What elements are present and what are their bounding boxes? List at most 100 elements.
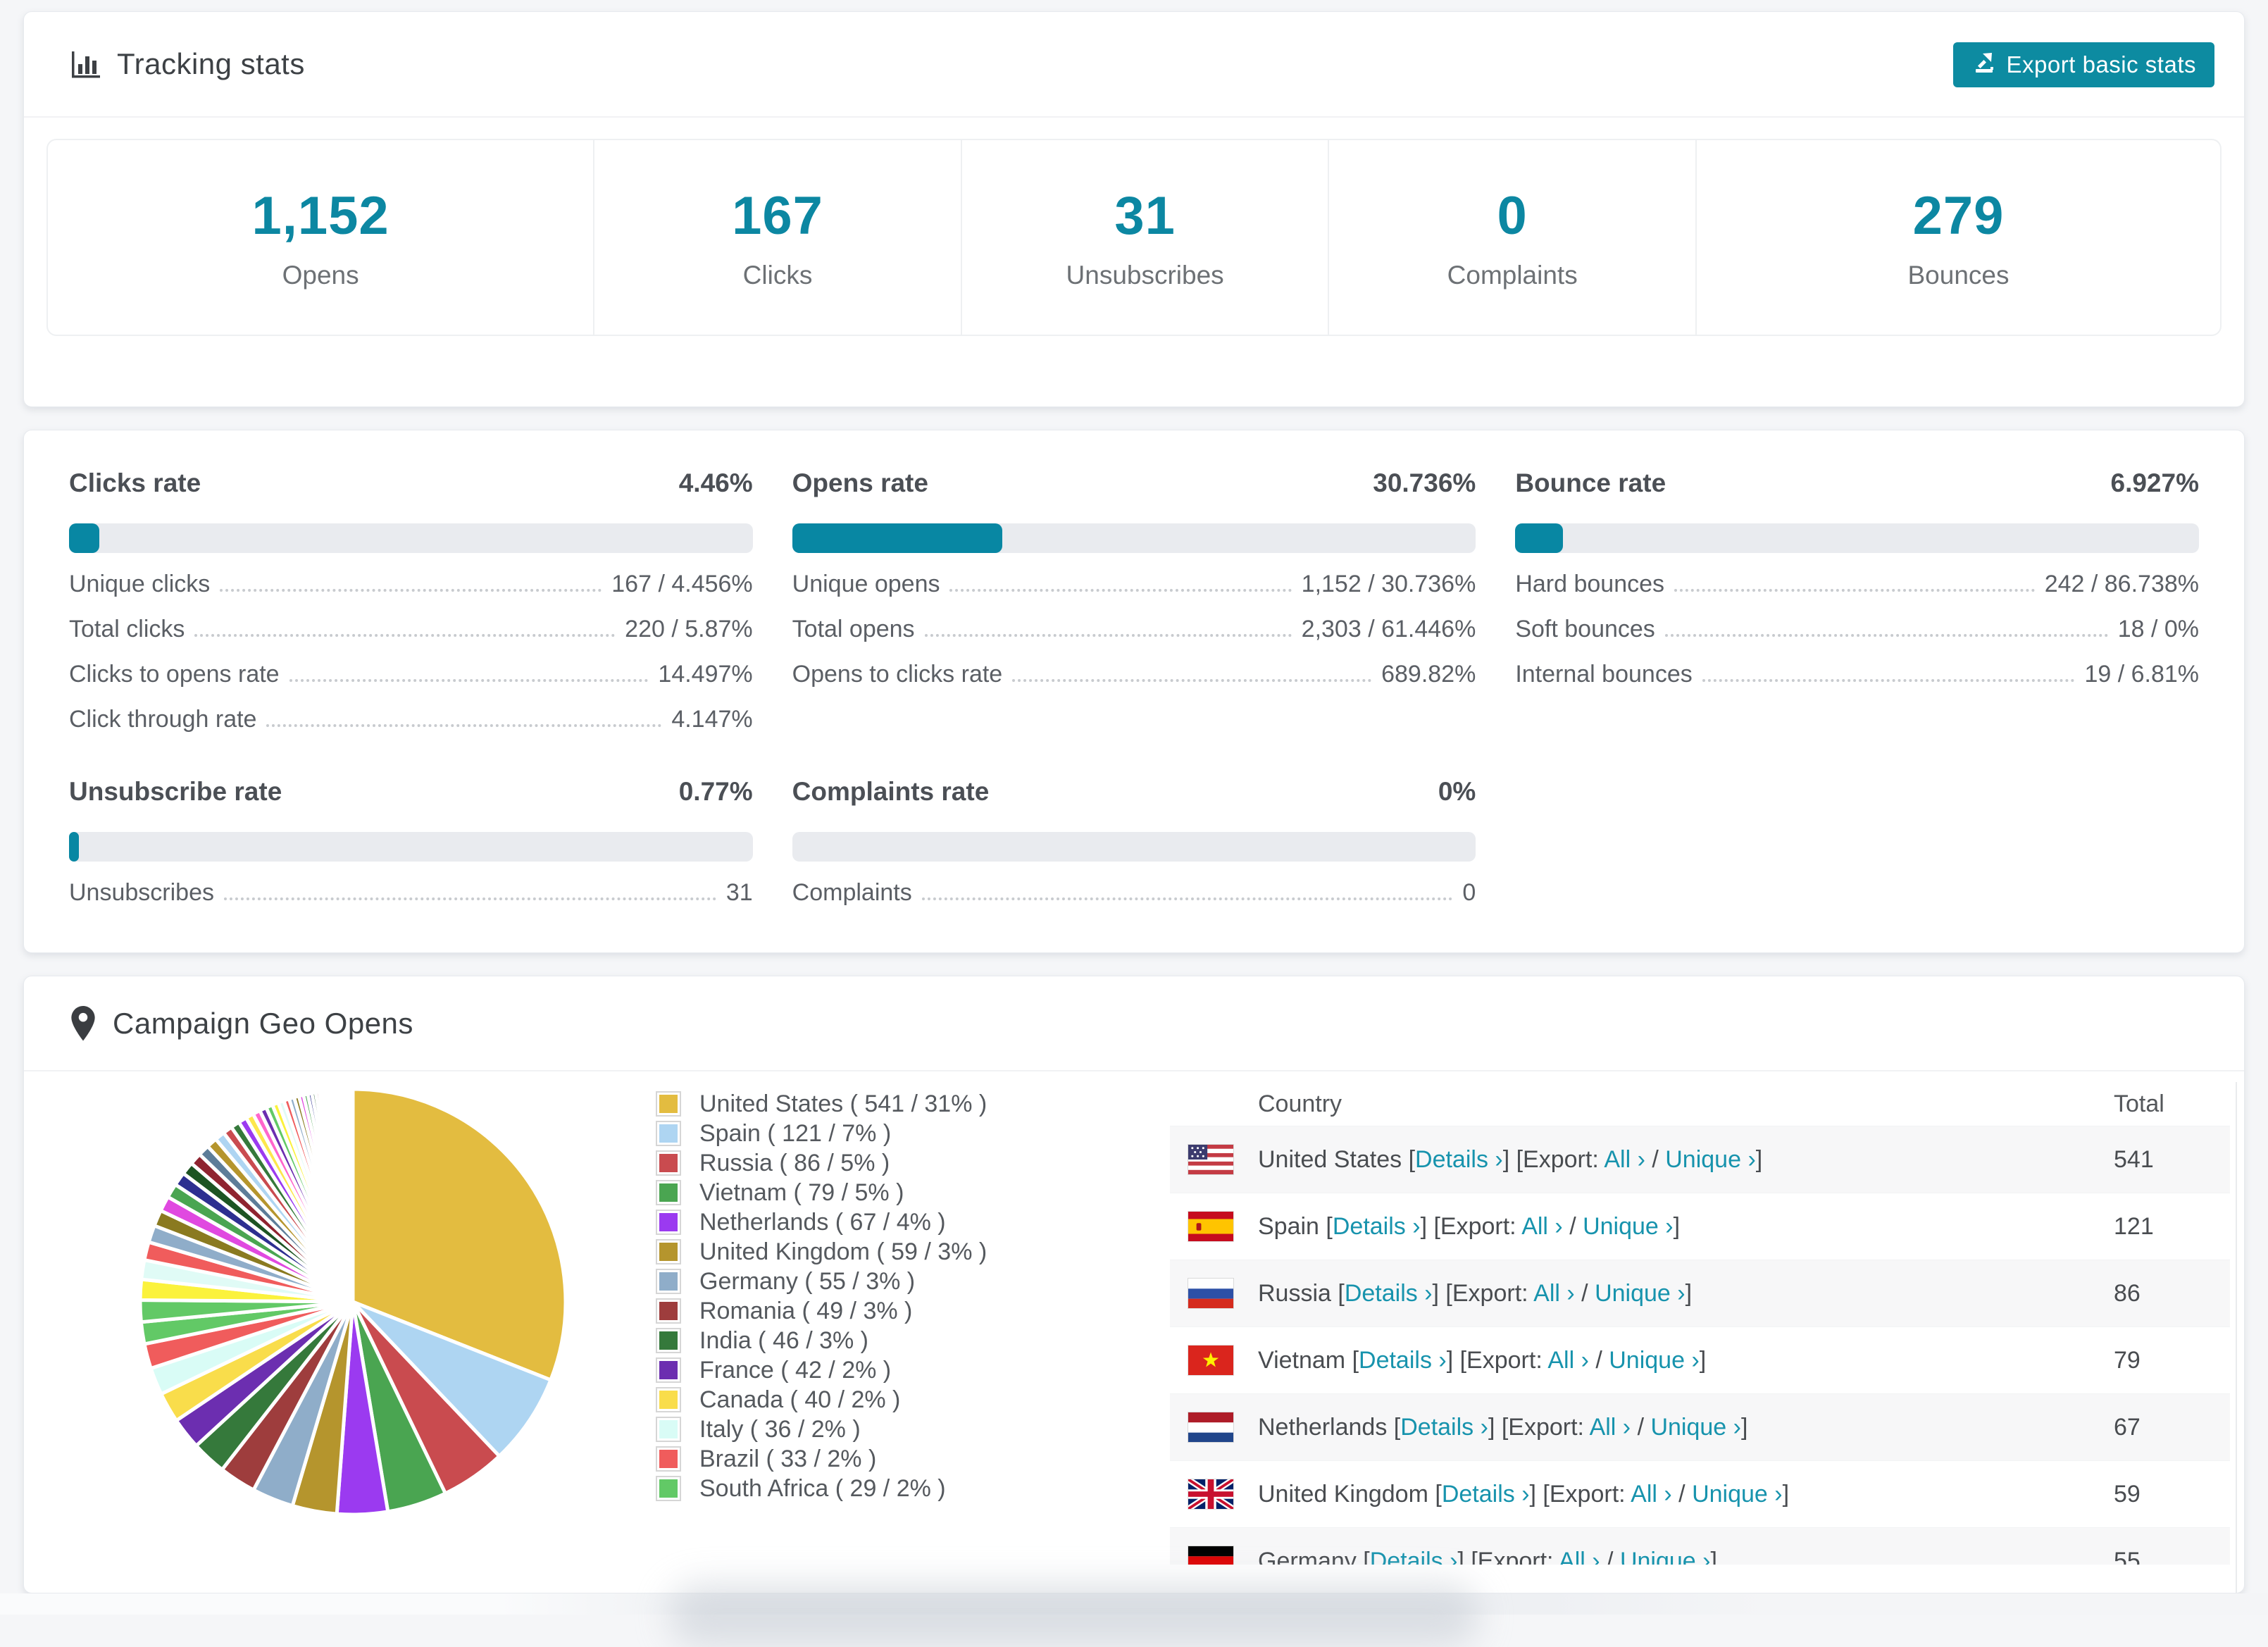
legend-label: India ( 46 / 3% )	[699, 1326, 869, 1354]
legend-swatch-color	[659, 1331, 678, 1350]
ru-flag-icon	[1188, 1278, 1258, 1309]
rate-row-value: 18 / 0%	[2117, 616, 2199, 642]
stat-value: 1,152	[251, 185, 390, 246]
rate-row: Total clicks 220 / 5.87%	[69, 598, 753, 643]
flag-cell	[1188, 1278, 1258, 1309]
stats-summary: 1,152 Opens 167 Clicks 31 Unsubscribes 0 Compla…	[46, 139, 2222, 336]
legend-label: South Africa ( 29 / 2% )	[699, 1474, 946, 1502]
bracket: [	[1363, 1547, 1370, 1565]
details-link[interactable]: Details ›	[1370, 1548, 1458, 1565]
geo-legend: United States ( 541 / 31% ) Spain ( 121 /…	[656, 1089, 987, 1503]
rate-row-label: Hard bounces	[1515, 571, 1665, 597]
country-cell: Netherlands [Details ›] [Export: All › /…	[1258, 1414, 2114, 1441]
export-unique-link[interactable]: Unique ›	[1620, 1548, 1711, 1565]
export-all-link[interactable]: All ›	[1533, 1280, 1575, 1307]
flag-cell	[1188, 1412, 1258, 1443]
rate-title: Unsubscribe rate	[69, 777, 282, 806]
export-all-link[interactable]: All ›	[1631, 1481, 1672, 1508]
stat-label: Bounces	[1907, 260, 2010, 290]
bracket: ]	[1699, 1346, 1707, 1374]
rate-row: Complaints 0	[792, 862, 1476, 907]
export-unique-link[interactable]: Unique ›	[1609, 1347, 1700, 1374]
rate-row: Soft bounces 18 / 0%	[1515, 598, 2199, 643]
legend-label: Vietnam ( 79 / 5% )	[699, 1179, 904, 1206]
details-link[interactable]: Details ›	[1415, 1146, 1503, 1173]
export-all-link[interactable]: All ›	[1604, 1146, 1645, 1173]
rate-row-value: 4.147%	[671, 706, 753, 733]
legend-swatch-color	[659, 1302, 678, 1320]
rate-section-unsubscribe-rate: Unsubscribe rate 0.77% Unsubscribes 31	[69, 777, 753, 907]
flag-cell	[1188, 1479, 1258, 1510]
legend-swatch-color	[659, 1095, 678, 1113]
rate-row: Hard bounces 242 / 86.738%	[1515, 553, 2199, 598]
rate-row: Internal bounces 19 / 6.81%	[1515, 643, 2199, 688]
export-unique-link[interactable]: Unique ›	[1665, 1146, 1756, 1173]
stat-clicks: 167 Clicks	[593, 140, 961, 335]
rate-row: Unique opens 1,152 / 30.736%	[792, 553, 1476, 598]
legend-swatch	[656, 1298, 681, 1324]
dotted-leader	[1012, 679, 1372, 682]
geo-table-header: Country Total	[1170, 1082, 2230, 1126]
rate-row-label: Total clicks	[69, 616, 185, 642]
rate-rows: Unsubscribes 31	[69, 862, 753, 907]
legend-label: Spain ( 121 / 7% )	[699, 1119, 892, 1147]
export-unique-link[interactable]: Unique ›	[1595, 1280, 1686, 1307]
legend-swatch	[656, 1210, 681, 1235]
dotted-leader	[266, 724, 662, 727]
export-all-link[interactable]: All ›	[1590, 1414, 1631, 1441]
rate-row: Unsubscribes 31	[69, 862, 753, 907]
total-cell: 55	[2114, 1547, 2141, 1565]
bracket: ]	[1755, 1145, 1763, 1173]
dotted-leader	[921, 897, 1453, 900]
legend-item-netherlands: Netherlands ( 67 / 4% )	[656, 1207, 987, 1237]
bracket: [	[1338, 1279, 1345, 1307]
legend-item-united-kingdom: United Kingdom ( 59 / 3% )	[656, 1237, 987, 1267]
export-basic-stats-button[interactable]: Export basic stats	[1952, 42, 2214, 87]
rates-card: Clicks rate 4.46% Unique clicks 167 / 4.456…	[23, 430, 2245, 953]
legend-swatch	[656, 1121, 681, 1146]
rate-section-clicks-rate: Clicks rate 4.46% Unique clicks 167 / 4.456…	[69, 468, 753, 733]
legend-item-india: India ( 46 / 3% )	[656, 1326, 987, 1355]
export-unique-link[interactable]: Unique ›	[1650, 1414, 1741, 1441]
export-all-link[interactable]: All ›	[1547, 1347, 1589, 1374]
export-all-link[interactable]: All ›	[1521, 1213, 1563, 1240]
export-unique-link[interactable]: Unique ›	[1692, 1481, 1783, 1508]
legend-label: Brazil ( 33 / 2% )	[699, 1445, 877, 1472]
details-link[interactable]: Details ›	[1442, 1481, 1530, 1508]
country-cell: Germany [Details ›] [Export: All › / Uni…	[1258, 1548, 2114, 1565]
map-pin-icon	[69, 1005, 97, 1042]
bracket: ] [Export:	[1420, 1212, 1522, 1240]
pie-slice-other-45	[349, 1087, 355, 1304]
tracking-stats-card: Tracking stats Export basic stats 1,152 O…	[23, 11, 2245, 407]
rate-progress-fill	[69, 523, 100, 553]
rate-row: Total opens 2,303 / 61.446%	[792, 598, 1476, 643]
legend-label: Italy ( 36 / 2% )	[699, 1415, 861, 1443]
export-all-link[interactable]: All ›	[1559, 1548, 1600, 1565]
es-flag-icon	[1188, 1211, 1258, 1242]
rate-row-label: Internal bounces	[1515, 661, 1693, 688]
rate-rows: Complaints 0	[792, 862, 1476, 907]
rate-progress-bar	[69, 832, 753, 862]
slash: /	[1671, 1480, 1693, 1508]
details-link[interactable]: Details ›	[1333, 1213, 1421, 1240]
total-cell: 541	[2114, 1145, 2154, 1173]
stat-unsubscribes: 31 Unsubscribes	[960, 140, 1328, 335]
details-link[interactable]: Details ›	[1400, 1414, 1488, 1441]
rate-row: Click through rate 4.147%	[69, 688, 753, 733]
legend-swatch-color	[659, 1213, 678, 1231]
bracket: [	[1408, 1145, 1416, 1173]
details-link[interactable]: Details ›	[1359, 1347, 1447, 1374]
legend-item-canada: Canada ( 40 / 2% )	[656, 1385, 987, 1415]
column-header-total: Total	[2114, 1090, 2164, 1117]
stat-bounces: 279 Bounces	[1695, 140, 2220, 335]
details-link[interactable]: Details ›	[1345, 1280, 1433, 1307]
export-unique-link[interactable]: Unique ›	[1583, 1213, 1674, 1240]
dotted-leader	[194, 634, 616, 637]
table-scrollbar[interactable]	[2236, 1082, 2237, 1593]
tracking-stats-title: Tracking stats	[117, 47, 305, 80]
geo-content: United States ( 541 / 31% ) Spain ( 121 /…	[24, 1071, 2244, 1593]
rate-progress-bar	[792, 523, 1476, 553]
rate-value: 6.927%	[2110, 468, 2200, 497]
rate-title: Clicks rate	[69, 468, 201, 497]
slash: /	[1600, 1547, 1620, 1565]
